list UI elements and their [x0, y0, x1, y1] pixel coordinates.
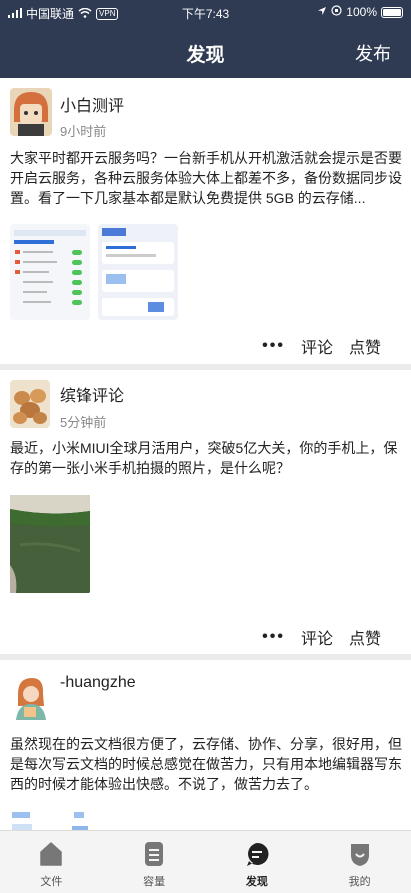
page-title: 发现	[186, 45, 225, 66]
discover-icon	[246, 842, 269, 866]
battery-percent: 100%	[346, 5, 377, 19]
tab-discover[interactable]: 发现	[206, 831, 309, 893]
publish-button[interactable]: 发布	[355, 40, 391, 66]
avatar[interactable]	[10, 88, 52, 136]
post-image[interactable]	[98, 224, 178, 320]
avatar[interactable]	[10, 674, 50, 720]
tab-files[interactable]: 文件	[0, 831, 103, 893]
profile-icon	[350, 844, 369, 866]
post-content[interactable]: 大家平时都开云服务吗？一台新手机从开机激活就会提示是否要开启云服务，各种云服务体…	[10, 148, 402, 208]
orientation-lock-icon	[331, 5, 342, 19]
author-name[interactable]: -huangzhe	[60, 674, 136, 692]
battery-icon	[381, 6, 403, 18]
feed-list[interactable]: 小白测评 9小时前 大家平时都开云服务吗？一台新手机从开机激活就会提示是否要开启…	[0, 78, 411, 830]
post-actions: ••• 评论 点赞	[262, 334, 381, 358]
avatar[interactable]	[10, 380, 50, 428]
post-card[interactable]: -huangzhe 虽然现在的云文档很方便了，云存储、协作、分享，很好用，但是每…	[0, 660, 411, 830]
post-image[interactable]	[10, 224, 90, 320]
post-image[interactable]	[10, 495, 90, 593]
post-actions: ••• 评论 点赞	[262, 625, 381, 649]
post-time: 9小时前	[60, 124, 107, 139]
tab-bar: 文件 容量 发现 我的	[0, 830, 411, 893]
storage-icon	[145, 842, 164, 866]
post-time: 5分钟前	[60, 415, 107, 430]
comment-button[interactable]: 评论	[301, 334, 333, 358]
more-button[interactable]: •••	[262, 337, 285, 355]
like-button[interactable]: 点赞	[349, 625, 381, 649]
tab-label: 文件	[40, 876, 63, 888]
post-content[interactable]: 虽然现在的云文档很方便了，云存储、协作、分享，很好用，但是每次写云文档的时候总感…	[10, 734, 402, 794]
location-icon	[317, 5, 327, 19]
post-card[interactable]: 缤锋评论 5分钟前 最近，小米MIUI全球月活用户，突破5亿大关，你的手机上，保…	[0, 370, 411, 654]
more-button[interactable]: •••	[262, 628, 285, 646]
comment-button[interactable]: 评论	[301, 625, 333, 649]
post-content[interactable]: 最近，小米MIUI全球月活用户，突破5亿大关，你的手机上，保存的第一张小米手机拍…	[10, 438, 402, 478]
tab-label: 我的	[348, 876, 371, 888]
status-bar: 中国联通 VPN 下午7:43 100%	[0, 0, 411, 26]
post-image[interactable]	[10, 810, 90, 830]
tab-label: 发现	[245, 876, 268, 888]
tab-label: 容量	[143, 876, 166, 888]
tab-storage[interactable]: 容量	[103, 831, 206, 893]
author-name[interactable]: 小白测评	[60, 92, 124, 116]
tab-profile[interactable]: 我的	[308, 831, 411, 893]
post-card[interactable]: 小白测评 9小时前 大家平时都开云服务吗？一台新手机从开机激活就会提示是否要开启…	[0, 78, 411, 364]
like-button[interactable]: 点赞	[349, 334, 381, 358]
home-icon	[40, 842, 63, 866]
nav-bar: 发现 发布	[0, 26, 411, 78]
author-name[interactable]: 缤锋评论	[60, 382, 124, 406]
